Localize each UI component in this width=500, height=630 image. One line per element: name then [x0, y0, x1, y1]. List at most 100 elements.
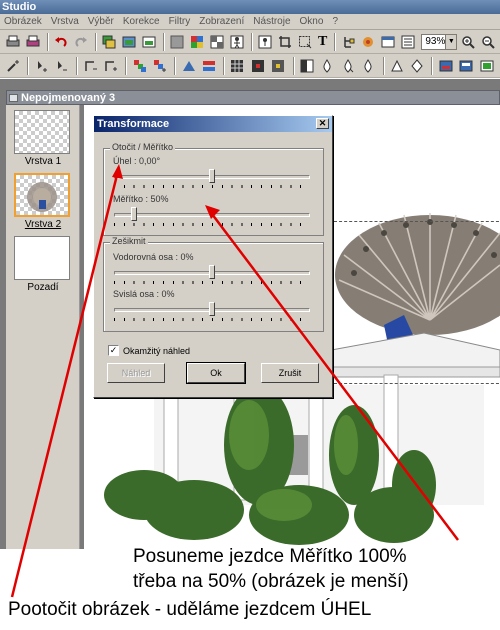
menu-window[interactable]: Okno	[300, 16, 324, 27]
zoom-in-icon[interactable]	[461, 34, 476, 50]
print-icon[interactable]	[6, 34, 20, 50]
preview-checkbox-row[interactable]: ✓ Okamžitý náhled	[108, 345, 190, 356]
menu-view[interactable]: Zobrazení	[199, 16, 244, 27]
ok-button[interactable]: Ok	[186, 362, 246, 384]
paste-image-icon[interactable]	[122, 34, 136, 50]
preview-checkbox[interactable]: ✓	[108, 345, 119, 356]
vertical-slider[interactable]	[114, 302, 310, 322]
layer-label[interactable]: Pozadí	[6, 282, 80, 293]
transform-dialog: Transformace ✕ Otočit / Měřítko Úhel : 0…	[93, 115, 333, 398]
channels-add-icon[interactable]	[153, 58, 167, 74]
layer-label[interactable]: Vrstva 2	[6, 219, 80, 230]
window-icon[interactable]	[381, 34, 395, 50]
drop-icon[interactable]	[320, 58, 334, 74]
picture-alt-icon[interactable]	[459, 58, 473, 74]
text-tool-icon[interactable]: T	[318, 34, 327, 50]
horizontal-slider-thumb[interactable]	[209, 265, 215, 279]
diamond-icon[interactable]	[410, 58, 424, 74]
effects-icon[interactable]	[361, 34, 375, 50]
list-icon[interactable]	[401, 34, 415, 50]
layer-thumbnail[interactable]	[14, 173, 70, 217]
dialog-title-bar: Transformace ✕	[94, 116, 332, 132]
horizontal-slider[interactable]	[114, 265, 310, 285]
corner-add-icon[interactable]	[104, 58, 118, 74]
redo-icon[interactable]	[74, 34, 88, 50]
layers-panel: Vrstva 1 Vrstva 2 Pozadí	[6, 105, 80, 550]
toolbar-separator	[382, 56, 385, 75]
toolbar-separator	[292, 56, 295, 75]
app-title-bar: Studio	[0, 0, 500, 14]
preview-button[interactable]: Náhled	[107, 363, 165, 383]
layer-thumbnail[interactable]	[14, 236, 70, 280]
annotation-line-1: Posuneme jezdce Měřítko 100%	[133, 546, 407, 567]
figure-icon[interactable]	[230, 34, 244, 50]
layer-label[interactable]: Vrstva 1	[6, 156, 80, 167]
scale-slider-thumb[interactable]	[130, 207, 137, 221]
color-grid-icon[interactable]	[190, 34, 204, 50]
menu-filters[interactable]: Filtry	[169, 16, 191, 27]
lasso-icon[interactable]	[298, 34, 312, 50]
undo-icon[interactable]	[54, 34, 68, 50]
levels-icon[interactable]	[202, 58, 216, 74]
picture-icon[interactable]	[438, 58, 453, 74]
half-square-icon[interactable]	[300, 58, 314, 74]
gray-square-icon[interactable]	[170, 34, 184, 50]
scale-slider[interactable]	[114, 207, 310, 227]
corner-icon[interactable]	[83, 58, 97, 74]
toolbar-separator	[76, 56, 79, 75]
grid-yellow-icon[interactable]	[271, 58, 285, 74]
vertical-label: Svislá osa : 0%	[113, 289, 175, 299]
menu-help[interactable]: ?	[332, 16, 338, 27]
grid-dark-icon[interactable]	[230, 58, 244, 74]
slider-track	[114, 213, 310, 217]
toolbar-separator	[125, 56, 128, 75]
dialog-title: Transformace	[97, 118, 170, 130]
checker-icon[interactable]	[210, 34, 224, 50]
annotation-line-3: Pootočit obrázek - uděláme jezdcem ÚHEL	[8, 599, 372, 620]
menu-bar: Obrázek Vrstva Výběr Korekce Filtry Zobr…	[0, 14, 500, 30]
toolbar-separator	[47, 32, 49, 51]
menu-layer[interactable]: Vrstva	[51, 16, 79, 27]
toolbar-separator	[251, 32, 253, 51]
close-icon[interactable]: ✕	[316, 118, 329, 129]
zoom-out-icon[interactable]	[481, 34, 496, 50]
clone-icon[interactable]	[341, 34, 355, 50]
mountain-icon[interactable]	[181, 58, 195, 74]
copy-image-icon[interactable]	[102, 34, 116, 50]
crop-icon[interactable]	[278, 34, 292, 50]
menu-select[interactable]: Výběr	[88, 16, 114, 27]
arrow-add-icon[interactable]	[55, 58, 69, 74]
chevron-down-icon: ▼	[445, 34, 457, 49]
toolbar-separator	[174, 56, 177, 75]
preview-checkbox-label: Okamžitý náhled	[123, 345, 191, 356]
horizontal-label: Vodorovná osa : 0%	[113, 252, 194, 262]
annotation-line-2: třeba na 50% (obrázek je menší)	[133, 571, 409, 592]
skew-group-label: Zešikmit	[110, 236, 148, 246]
wand-icon[interactable]	[6, 58, 20, 74]
arrow-tool-icon[interactable]	[34, 58, 48, 74]
menu-adjust[interactable]: Korekce	[123, 16, 160, 27]
vertical-slider-thumb[interactable]	[209, 302, 215, 316]
triangle-icon[interactable]	[390, 58, 404, 74]
zoom-value: 93%	[425, 35, 446, 47]
angle-slider-thumb[interactable]	[209, 169, 215, 183]
picture-edit-icon[interactable]	[479, 58, 494, 74]
toolbar-separator	[27, 56, 30, 75]
toolbar-separator	[431, 56, 434, 75]
rotate-scale-group: Otočit / Měřítko Úhel : 0,00° Měřítko : …	[103, 142, 324, 236]
menu-image[interactable]: Obrázek	[4, 16, 42, 27]
drop-rotate-icon[interactable]	[361, 58, 375, 74]
toolbar-separator	[95, 32, 97, 51]
channels-icon[interactable]	[132, 58, 146, 74]
print-preview-icon[interactable]	[26, 34, 40, 50]
angle-slider[interactable]	[114, 169, 310, 189]
document-icon	[9, 94, 18, 102]
menu-tools[interactable]: Nástroje	[253, 16, 290, 27]
drop-alt-icon[interactable]	[341, 58, 355, 74]
zoom-select[interactable]: 93% ▼	[421, 33, 458, 50]
grid-red-icon[interactable]	[251, 58, 265, 74]
new-image-icon[interactable]	[142, 34, 156, 50]
figure-select-icon[interactable]	[258, 34, 272, 50]
layer-thumbnail[interactable]	[14, 110, 70, 154]
cancel-button[interactable]: Zrušit	[261, 363, 319, 383]
